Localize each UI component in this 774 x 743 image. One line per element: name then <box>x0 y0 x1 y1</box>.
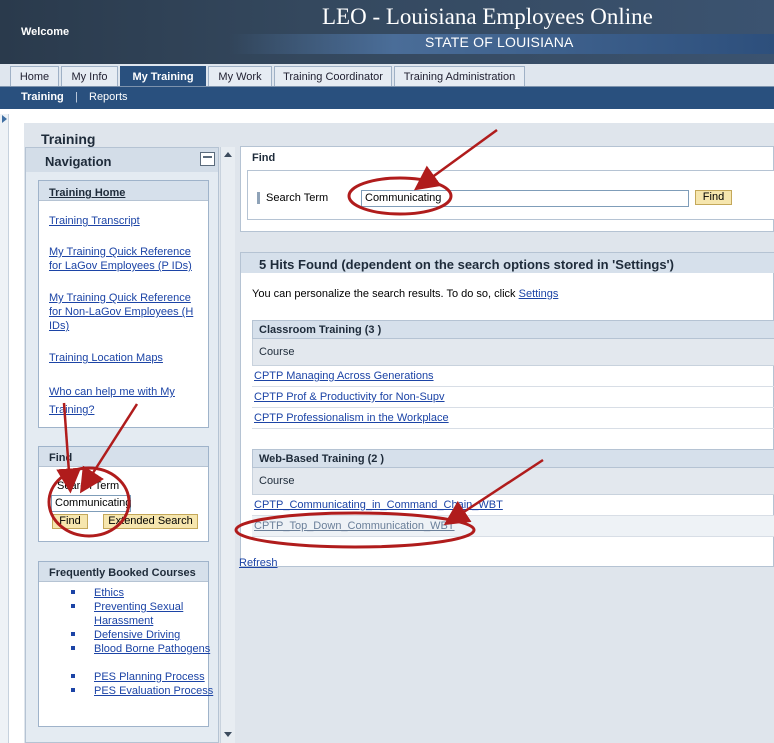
results-note-text: You can personalize the search results. … <box>252 288 516 300</box>
expand-arrow-icon[interactable] <box>2 115 7 123</box>
main-search-label: Search Term <box>257 192 328 204</box>
main-find-section: Find Search Term Communicating Find <box>240 146 774 232</box>
navigation-title: Navigation <box>45 154 112 169</box>
navigation-header: Navigation <box>26 148 218 172</box>
table-row: CPTP Managing Across Generations <box>252 366 774 387</box>
main-content: Find Search Term Communicating Find 5 Hi… <box>238 146 774 743</box>
nav-search-label: Search Term <box>57 480 120 492</box>
nav-scrollbar[interactable] <box>220 147 235 743</box>
frequently-booked-box: Frequently Booked Courses Ethics Prevent… <box>38 561 213 727</box>
extended-search-button[interactable]: Extended Search <box>103 514 198 529</box>
course-result-link[interactable]: CPTP Prof & Productivity for Non-Supv <box>254 391 445 403</box>
tab-my-info[interactable]: My Info <box>61 66 118 86</box>
nav-find-button[interactable]: Find <box>52 514 88 529</box>
navigation-panel: Navigation Training Home Training Transc… <box>25 147 219 743</box>
table-row: CPTP Prof & Productivity for Non-Supv <box>252 387 774 408</box>
tab-my-training[interactable]: My Training <box>120 66 206 86</box>
tab-home[interactable]: Home <box>10 66 59 86</box>
subnav-training[interactable]: Training <box>21 91 64 103</box>
settings-link[interactable]: Settings <box>519 288 559 300</box>
minimize-icon[interactable] <box>200 152 215 166</box>
app-subtitle: STATE OF LOUISIANA <box>425 34 574 50</box>
web-course-column[interactable]: Course <box>252 468 774 495</box>
scroll-up-icon[interactable] <box>224 152 232 157</box>
tab-training-coordinator[interactable]: Training Coordinator <box>274 66 392 86</box>
training-home-heading: Training Home <box>39 181 208 201</box>
results-note: You can personalize the search results. … <box>252 288 558 300</box>
tab-my-work[interactable]: My Work <box>208 66 272 86</box>
refresh-link[interactable]: Refresh <box>239 557 278 569</box>
page-title: Training <box>41 131 96 147</box>
app-header: Welcome LEO - Louisiana Employees Online… <box>0 0 774 64</box>
classroom-course-column[interactable]: Course <box>252 339 774 366</box>
frequently-booked-heading: Frequently Booked Courses <box>39 562 208 582</box>
results-heading: 5 Hits Found (dependent on the search op… <box>241 253 774 273</box>
nav-find-box: Find Search Term Communicating Find Exte… <box>38 446 209 542</box>
side-gutter <box>0 114 9 743</box>
training-transcript-link[interactable]: Training Transcript <box>49 214 199 228</box>
course-result-link[interactable]: CPTP_Top_Down_Communication_WBT <box>254 520 455 532</box>
main-find-heading: Find <box>252 152 276 164</box>
course-result-link[interactable]: CPTP Managing Across Generations <box>254 370 434 382</box>
welcome-text: Welcome <box>21 26 70 38</box>
classroom-training-group: Classroom Training (3 ) <box>252 320 774 339</box>
quick-ref-non-lagov-link[interactable]: My Training Quick Reference for Non-LaGo… <box>49 291 199 333</box>
nav-find-heading: Find <box>39 447 208 467</box>
top-navigation: Home My Info My Training My Work Trainin… <box>0 64 774 87</box>
search-results: 5 Hits Found (dependent on the search op… <box>240 252 774 567</box>
sub-navigation: Training | Reports <box>0 87 774 109</box>
web-based-training-group: Web-Based Training (2 ) <box>252 449 774 468</box>
training-location-maps-link[interactable]: Training Location Maps <box>49 351 199 365</box>
tab-training-administration[interactable]: Training Administration <box>394 66 525 86</box>
scroll-down-icon[interactable] <box>224 732 232 737</box>
training-home-link[interactable]: Training Home <box>49 186 199 200</box>
subnav-separator: | <box>75 91 78 103</box>
training-home-box: Training Home Training Transcript My Tra… <box>38 180 209 428</box>
course-result-link[interactable]: CPTP_Communicating_in_Command_Chain_WBT <box>254 499 503 511</box>
who-can-help-link[interactable]: Who can help me with My Training? <box>49 383 179 419</box>
subnav-reports[interactable]: Reports <box>89 91 128 103</box>
main-search-input[interactable]: Communicating <box>361 190 689 207</box>
nav-search-input[interactable]: Communicating <box>51 495 131 512</box>
table-row: CPTP_Communicating_in_Command_Chain_WBT <box>252 495 774 516</box>
table-row: CPTP_Top_Down_Communication_WBT <box>252 516 774 537</box>
main-find-form: Search Term Communicating Find <box>247 170 774 220</box>
main-find-button[interactable]: Find <box>695 190 732 205</box>
app-title: LEO - Louisiana Employees Online <box>322 4 653 29</box>
table-row: CPTP Professionalism in the Workplace <box>252 408 774 429</box>
course-result-link[interactable]: CPTP Professionalism in the Workplace <box>254 412 449 424</box>
quick-ref-lagov-link[interactable]: My Training Quick Reference for LaGov Em… <box>49 245 199 273</box>
